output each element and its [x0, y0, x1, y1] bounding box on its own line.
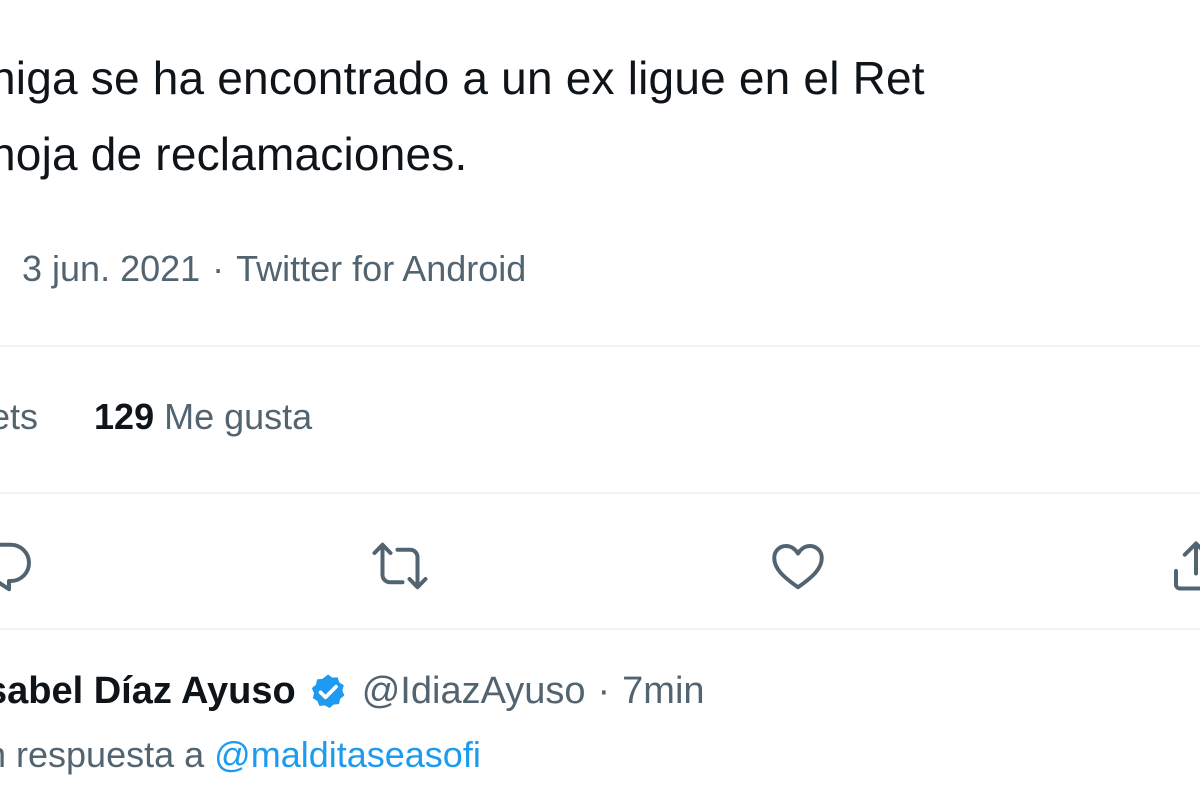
reply-button[interactable]: [0, 536, 34, 596]
likes-stat[interactable]: 129 Me gusta: [94, 396, 312, 437]
in-reply-to: n respuesta a @malditaseasofi: [0, 734, 481, 776]
reply-tweet-header: sabel Díaz Ayuso @IdiazAyuso · 7min: [0, 670, 705, 713]
divider-bottom: [0, 628, 1200, 630]
reply-author-name[interactable]: sabel Díaz Ayuso: [0, 670, 296, 713]
retweets-stat[interactable]: ets: [0, 396, 38, 437]
reply-meta-separator: ·: [597, 670, 611, 712]
in-reply-to-mention[interactable]: @malditaseasofi: [214, 734, 481, 775]
like-button[interactable]: [768, 536, 828, 596]
tweet-text-line-1: niga se ha encontrado a un ex ligue en e…: [0, 52, 925, 104]
tweet-date[interactable]: 3 jun. 2021: [22, 248, 200, 289]
retweet-button[interactable]: [370, 536, 430, 596]
tweet-source[interactable]: Twitter for Android: [236, 248, 526, 289]
tweet-text: niga se ha encontrado a un ex ligue en e…: [0, 40, 925, 192]
share-icon: [1174, 541, 1200, 591]
in-reply-to-label: n respuesta a: [0, 734, 205, 775]
tweet-detail-page: niga se ha encontrado a un ex ligue en e…: [0, 0, 1200, 800]
likes-label: Me gusta: [164, 396, 313, 437]
divider-top: [0, 345, 1200, 347]
retweets-label: ets: [0, 396, 39, 437]
reply-timestamp[interactable]: 7min: [622, 670, 704, 713]
verified-badge-icon: [311, 674, 345, 708]
divider-middle: [0, 492, 1200, 494]
reply-icon: [0, 542, 31, 592]
retweet-icon: [372, 542, 428, 590]
tweet-meta: ·3 jun. 2021·Twitter for Android: [0, 248, 526, 290]
heart-icon: [772, 544, 824, 590]
tweet-stats: ets 129 Me gusta: [0, 396, 368, 438]
share-button[interactable]: [1166, 536, 1200, 596]
reply-author-handle[interactable]: @IdiazAyuso: [362, 670, 586, 713]
tweet-text-line-2: hoja de reclamaciones.: [0, 128, 468, 180]
meta-separator: ·: [212, 248, 225, 289]
likes-count: 129: [94, 396, 155, 437]
